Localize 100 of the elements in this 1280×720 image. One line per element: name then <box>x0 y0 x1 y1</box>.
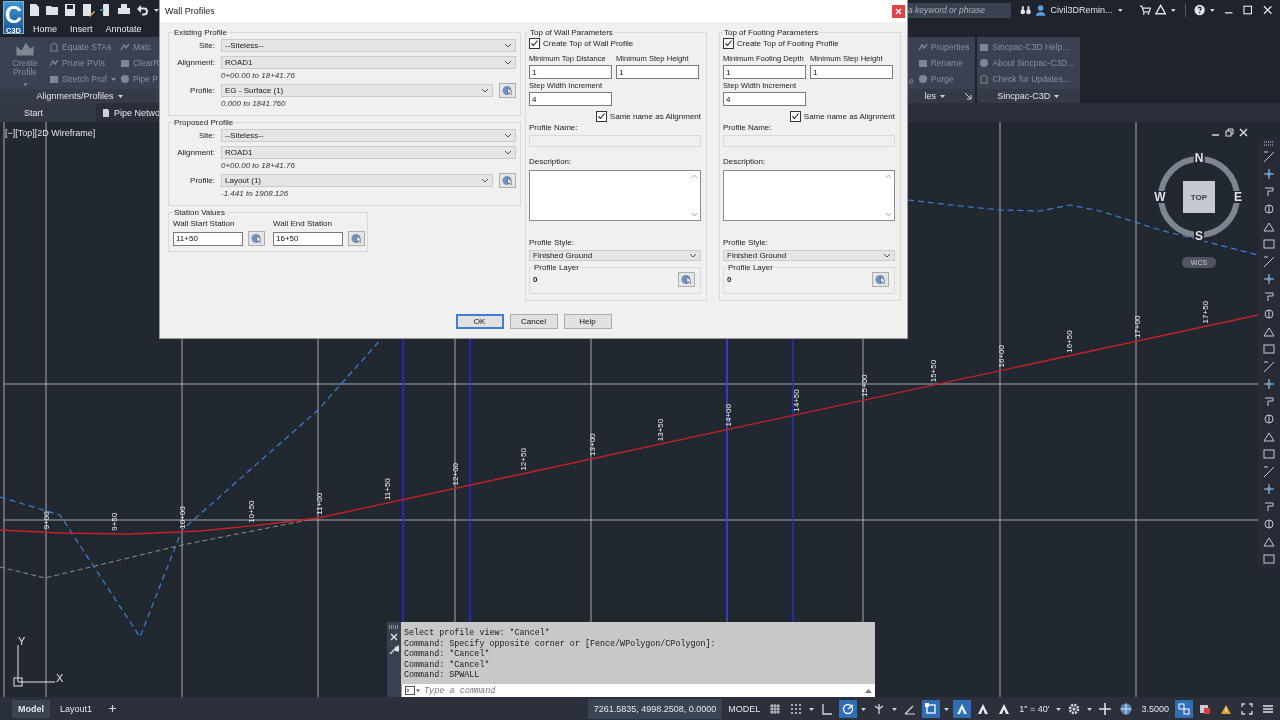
annotation-icon[interactable] <box>953 699 972 718</box>
status-button[interactable]: 3.5000 <box>1138 703 1172 714</box>
command-field[interactable]: Type a command <box>424 685 862 696</box>
dropdown[interactable]: Finished Ground <box>723 250 895 261</box>
close-icon[interactable] <box>1262 5 1272 15</box>
ribbon-tab[interactable]: Insert <box>70 23 93 34</box>
save-icon[interactable] <box>63 3 77 17</box>
dropdown[interactable]: ROAD1 <box>221 146 516 159</box>
user-icon[interactable] <box>1035 4 1047 16</box>
pick-button[interactable] <box>678 272 695 287</box>
input-field[interactable]: 1 <box>810 65 893 79</box>
panel-title[interactable]: Alignments/Profiles <box>0 89 160 103</box>
close-icon[interactable] <box>390 633 398 641</box>
viewcube-face[interactable]: TOP <box>1183 181 1215 213</box>
dropdown[interactable]: --Siteless-- <box>221 129 516 142</box>
wrench-icon[interactable] <box>389 645 399 655</box>
new-file-icon[interactable] <box>27 3 41 17</box>
pick-button[interactable] <box>248 231 265 246</box>
tool-icon[interactable] <box>1262 167 1276 181</box>
pick-button[interactable] <box>499 173 516 188</box>
command-line-handle[interactable] <box>387 622 401 697</box>
tool-icon[interactable] <box>1262 149 1276 164</box>
ribbon-tab[interactable]: Home <box>33 23 57 34</box>
input-field[interactable]: 11+50 <box>173 231 243 246</box>
command-bar[interactable]: Type a command <box>401 684 875 697</box>
viewport-control[interactable]: [Top] <box>15 128 35 138</box>
input-field[interactable]: 1 <box>616 65 699 79</box>
viewport-control[interactable]: [−] <box>5 128 16 138</box>
pick-button[interactable] <box>499 83 516 98</box>
maximize-icon[interactable] <box>1243 5 1253 15</box>
dialog-button[interactable]: Help <box>563 314 612 329</box>
close-icon[interactable] <box>1239 128 1248 137</box>
tool-icon[interactable] <box>1262 307 1276 321</box>
status-button[interactable]: 1" = 40' <box>1016 703 1053 714</box>
tool-icon[interactable] <box>1262 359 1276 374</box>
compass-letter[interactable]: N <box>1193 152 1205 164</box>
caret-up-icon[interactable] <box>865 687 872 694</box>
dialog-button[interactable]: OK <box>455 314 504 329</box>
tool-icon[interactable] <box>1262 412 1276 426</box>
compass-letter[interactable]: S <box>1194 230 1204 242</box>
checkbox[interactable] <box>529 38 540 49</box>
dropdown[interactable]: Layout (1) <box>221 174 493 187</box>
tool-icon[interactable] <box>1262 202 1276 216</box>
print-icon[interactable] <box>117 3 131 17</box>
polar-icon[interactable] <box>839 699 858 718</box>
tool-icon <box>979 73 990 84</box>
dropdown[interactable]: ROAD1 <box>221 56 516 69</box>
layout-tab[interactable]: Model <box>12 699 50 718</box>
osnap-icon[interactable] <box>922 699 941 718</box>
dialog-button[interactable]: Cancel <box>509 314 558 329</box>
prompt-icon[interactable] <box>405 686 421 695</box>
panes-icon[interactable] <box>1175 699 1193 718</box>
input-field[interactable]: 1 <box>529 65 612 79</box>
dropdown[interactable]: Finished Ground <box>529 250 701 261</box>
input-field[interactable]: 16+50 <box>273 231 343 246</box>
network-icon[interactable] <box>1155 4 1167 16</box>
pick-icon <box>678 272 695 287</box>
restore-icon[interactable] <box>1225 128 1234 137</box>
launcher-icon[interactable] <box>963 91 974 101</box>
status-button[interactable]: MODEL <box>725 703 764 714</box>
tool-icon[interactable] <box>1262 517 1276 531</box>
input-field[interactable]: 4 <box>529 92 612 106</box>
file-tab[interactable]: Start <box>0 103 96 122</box>
tool-icon[interactable] <box>1262 272 1276 286</box>
undo-icon[interactable] <box>135 3 149 17</box>
tool-icon[interactable] <box>1262 464 1276 479</box>
binoculars-icon[interactable] <box>1020 4 1032 16</box>
plus-icon[interactable] <box>108 704 118 713</box>
pick-button[interactable] <box>348 231 365 246</box>
tool-icon[interactable] <box>1262 237 1276 251</box>
range-text: -1.441 to 1908.126 <box>221 189 290 200</box>
grip-icon[interactable] <box>389 625 399 629</box>
dropdown[interactable]: EG - Surface (1) <box>221 84 493 97</box>
tool-icon[interactable] <box>1262 482 1276 496</box>
checkbox[interactable] <box>789 111 801 122</box>
search-field[interactable]: a keyword or phrase <box>907 2 1011 18</box>
layout-tab[interactable]: Layout1 <box>54 699 99 718</box>
tool-icon[interactable] <box>1262 377 1276 391</box>
compass-letter[interactable]: E <box>1233 191 1243 203</box>
account-name[interactable]: Civil3DRemin... <box>1050 5 1113 15</box>
file-tab[interactable]: Pipe Netwo <box>96 103 161 122</box>
compass-letter[interactable]: W <box>1153 191 1167 203</box>
save-as-icon[interactable] <box>81 3 95 17</box>
cart-icon[interactable] <box>1138 4 1151 16</box>
tool-icon[interactable] <box>1262 254 1276 269</box>
tool-icon[interactable] <box>1262 447 1276 461</box>
close-button[interactable] <box>892 4 905 18</box>
input-field[interactable]: 1 <box>723 65 806 79</box>
folder-icon[interactable] <box>45 3 59 17</box>
grip-icon[interactable] <box>1263 141 1275 146</box>
help-icon[interactable] <box>1193 4 1206 16</box>
checkbox[interactable] <box>723 38 734 49</box>
ribbon-tab[interactable]: Annotate <box>105 23 142 34</box>
tool-icon[interactable] <box>1262 342 1276 356</box>
input-field[interactable]: 4 <box>723 92 806 106</box>
checkbox[interactable] <box>595 111 607 122</box>
dropdown[interactable]: --Siteless-- <box>221 39 516 52</box>
tool-icon[interactable] <box>1262 552 1276 566</box>
viewport-control[interactable]: [2D Wireframe] <box>34 128 96 138</box>
pick-button[interactable] <box>872 272 889 287</box>
